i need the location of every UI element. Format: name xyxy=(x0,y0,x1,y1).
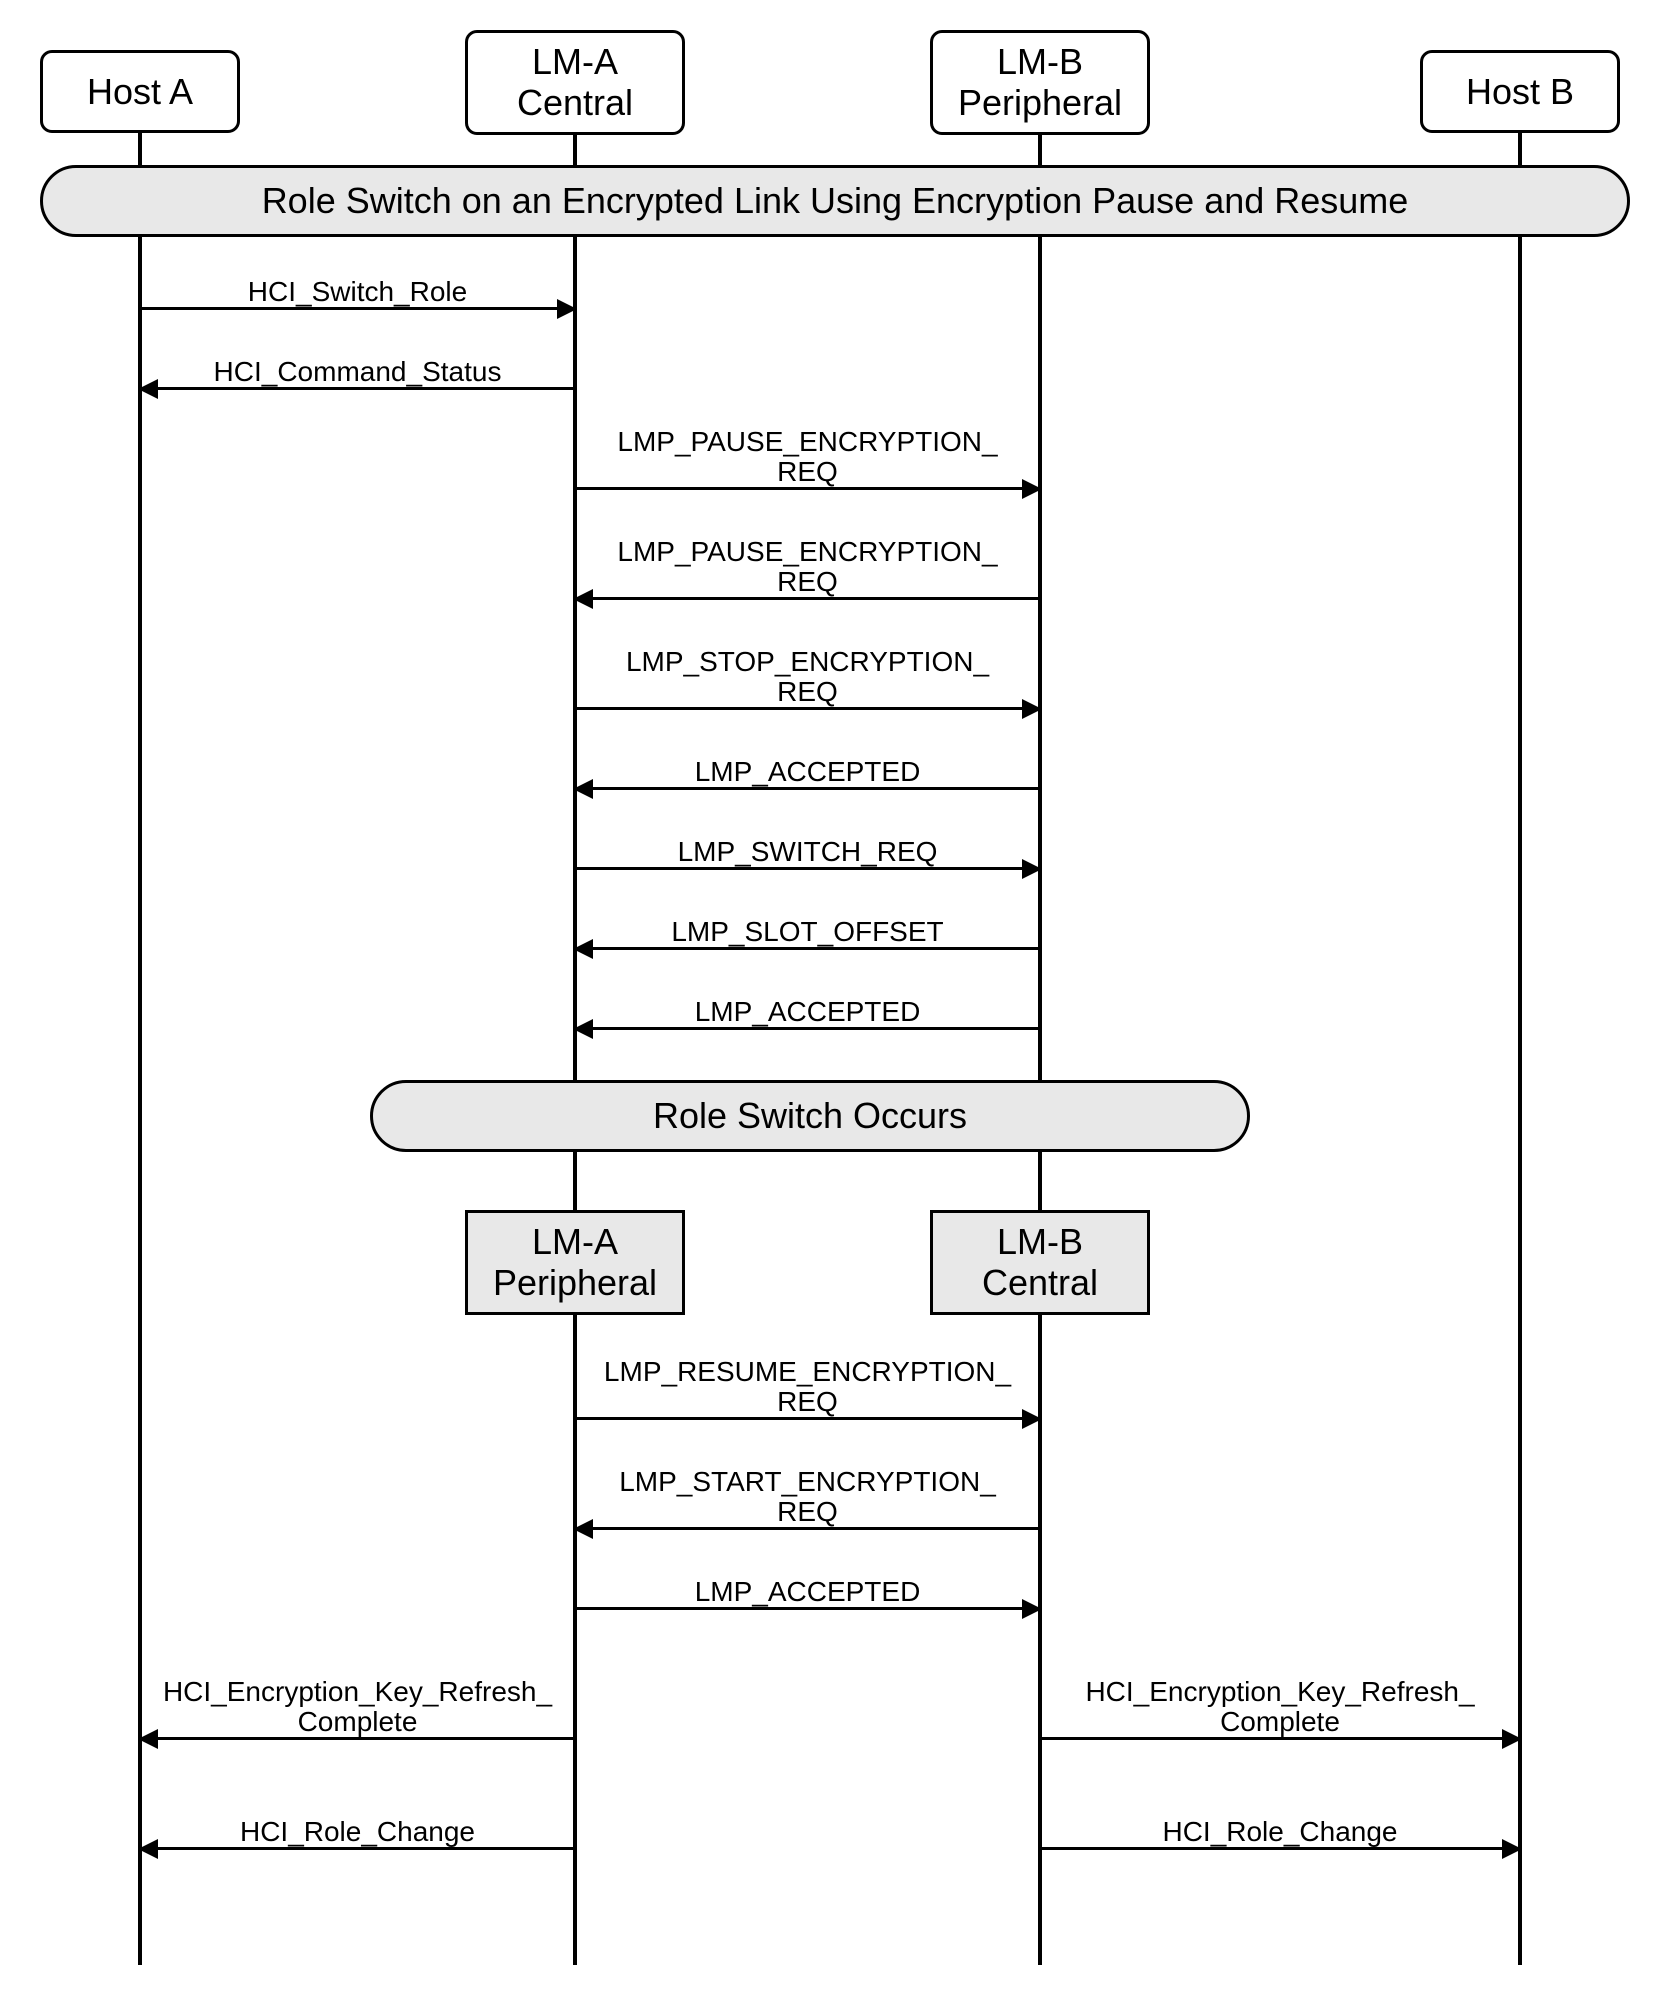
arrow-head-icon xyxy=(138,379,158,399)
arrow-line xyxy=(575,597,1040,600)
message-label: HCI_Command_Status xyxy=(140,357,575,386)
arrow-line xyxy=(1040,1847,1520,1850)
arrow-head-icon xyxy=(1502,1839,1522,1859)
arrow-head-icon xyxy=(573,1019,593,1039)
message-m4: LMP_PAUSE_ENCRYPTION_ REQ xyxy=(575,538,1040,600)
message-label: HCI_Role_Change xyxy=(140,1817,575,1846)
arrow-head-icon xyxy=(1022,479,1042,499)
message-m3: LMP_PAUSE_ENCRYPTION_ REQ xyxy=(575,428,1040,490)
arrow-line xyxy=(575,787,1040,790)
message-m2: HCI_Command_Status xyxy=(140,356,575,390)
message-label: HCI_Switch_Role xyxy=(140,277,575,306)
message-label: LMP_RESUME_ENCRYPTION_ REQ xyxy=(575,1357,1040,1416)
message-m9: LMP_ACCEPTED xyxy=(575,996,1040,1030)
message-m14: HCI_Encryption_Key_Refresh_ Complete xyxy=(1040,1678,1520,1740)
message-m6: LMP_ACCEPTED xyxy=(575,756,1040,790)
arrow-line xyxy=(1040,1737,1520,1740)
sequence-diagram: Host A LM-A Central LM-B Peripheral Host… xyxy=(20,20,1655,1985)
message-label: LMP_ACCEPTED xyxy=(575,757,1040,786)
arrow-head-icon xyxy=(573,939,593,959)
message-label: HCI_Encryption_Key_Refresh_ Complete xyxy=(140,1677,575,1736)
message-m10: LMP_RESUME_ENCRYPTION_ REQ xyxy=(575,1358,1040,1420)
arrow-head-icon xyxy=(1022,1409,1042,1429)
message-label: LMP_STOP_ENCRYPTION_ REQ xyxy=(575,647,1040,706)
actor-host-b: Host B xyxy=(1420,50,1620,133)
arrow-head-icon xyxy=(573,1519,593,1539)
message-m11: LMP_START_ENCRYPTION_ REQ xyxy=(575,1468,1040,1530)
message-label: LMP_ACCEPTED xyxy=(575,1577,1040,1606)
phase-role-switch: Role Switch Occurs xyxy=(370,1080,1250,1152)
arrow-line xyxy=(575,867,1040,870)
arrow-head-icon xyxy=(1022,859,1042,879)
arrow-line xyxy=(575,487,1040,490)
arrow-line xyxy=(575,1417,1040,1420)
arrow-head-icon xyxy=(557,299,577,319)
message-m13: HCI_Encryption_Key_Refresh_ Complete xyxy=(140,1678,575,1740)
message-m15: HCI_Role_Change xyxy=(140,1816,575,1850)
arrow-line xyxy=(575,947,1040,950)
message-label: HCI_Encryption_Key_Refresh_ Complete xyxy=(1040,1677,1520,1736)
message-label: LMP_SWITCH_REQ xyxy=(575,837,1040,866)
message-label: LMP_PAUSE_ENCRYPTION_ REQ xyxy=(575,537,1040,596)
message-label: LMP_START_ENCRYPTION_ REQ xyxy=(575,1467,1040,1526)
message-m5: LMP_STOP_ENCRYPTION_ REQ xyxy=(575,648,1040,710)
message-label: LMP_ACCEPTED xyxy=(575,997,1040,1026)
message-label: HCI_Role_Change xyxy=(1040,1817,1520,1846)
arrow-line xyxy=(140,307,575,310)
message-m16: HCI_Role_Change xyxy=(1040,1816,1520,1850)
role-lm-a-peripheral: LM-A Peripheral xyxy=(465,1210,685,1315)
message-label: LMP_PAUSE_ENCRYPTION_ REQ xyxy=(575,427,1040,486)
phase-title: Role Switch on an Encrypted Link Using E… xyxy=(40,165,1630,237)
actor-lm-b: LM-B Peripheral xyxy=(930,30,1150,135)
arrow-line xyxy=(575,1527,1040,1530)
arrow-head-icon xyxy=(573,779,593,799)
arrow-head-icon xyxy=(138,1729,158,1749)
arrow-head-icon xyxy=(1502,1729,1522,1749)
message-m8: LMP_SLOT_OFFSET xyxy=(575,916,1040,950)
arrow-line xyxy=(140,387,575,390)
role-lm-b-central: LM-B Central xyxy=(930,1210,1150,1315)
arrow-head-icon xyxy=(573,589,593,609)
actor-lm-a: LM-A Central xyxy=(465,30,685,135)
arrow-head-icon xyxy=(1022,1599,1042,1619)
message-label: LMP_SLOT_OFFSET xyxy=(575,917,1040,946)
arrow-line xyxy=(140,1737,575,1740)
message-m7: LMP_SWITCH_REQ xyxy=(575,836,1040,870)
arrow-line xyxy=(575,707,1040,710)
message-m12: LMP_ACCEPTED xyxy=(575,1576,1040,1610)
actor-host-a: Host A xyxy=(40,50,240,133)
message-m1: HCI_Switch_Role xyxy=(140,276,575,310)
arrow-line xyxy=(575,1607,1040,1610)
arrow-line xyxy=(140,1847,575,1850)
arrow-head-icon xyxy=(1022,699,1042,719)
arrow-head-icon xyxy=(138,1839,158,1859)
arrow-line xyxy=(575,1027,1040,1030)
